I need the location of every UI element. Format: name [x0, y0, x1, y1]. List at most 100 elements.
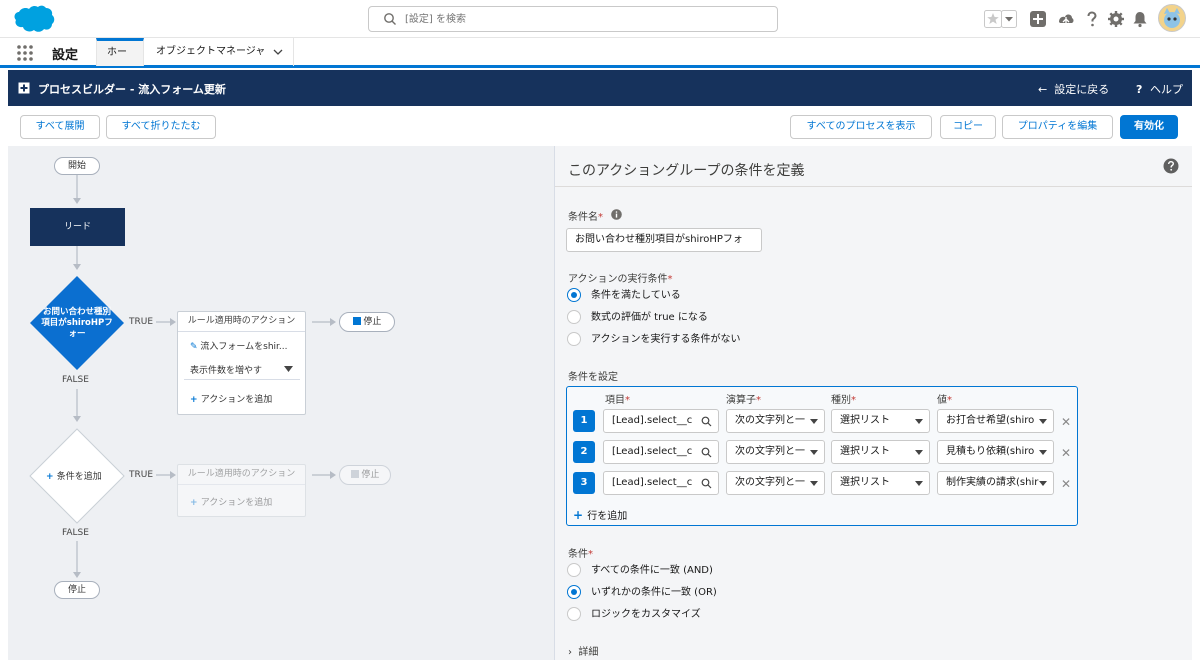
delete-row-3-icon[interactable]: ✕	[1061, 477, 1071, 491]
caret-down-icon	[284, 366, 293, 372]
search-icon	[701, 447, 712, 458]
field-select-3[interactable]: [Lead].select__c	[603, 471, 719, 495]
required-mark: *	[588, 549, 593, 560]
type-select-1[interactable]: 選択リスト	[831, 409, 930, 433]
radio-formula-true-label: 数式の評価が true になる	[591, 312, 708, 323]
trailhead-icon[interactable]	[1056, 9, 1076, 29]
add-action-label-1: アクションを追加	[200, 395, 273, 405]
criteria-node-label: お問い合わせ種別項目がshiroHPフォー	[41, 307, 113, 339]
show-more-label: 表示件数を増やす	[190, 366, 263, 376]
global-actions-plus-icon[interactable]	[1028, 9, 1048, 29]
tab-home[interactable]: ホーム	[96, 38, 144, 82]
add-row-link[interactable]: + 行を追加	[573, 507, 627, 522]
radio-conditions-met-label: 条件を満たしている	[591, 290, 681, 301]
search-icon	[701, 416, 712, 427]
app-navigation: 設定 ホーム オブジェクトマネージャ	[0, 38, 1200, 82]
collapse-all-button[interactable]: すべて折りたたむ	[106, 115, 216, 139]
false-label-1: FALSE	[62, 375, 89, 385]
global-header	[0, 0, 1200, 38]
details-toggle[interactable]: › 詳細	[568, 643, 598, 658]
chevron-down-icon[interactable]	[273, 48, 283, 56]
value-select-2[interactable]: 見積もり依頼(shiro	[937, 440, 1054, 464]
add-row-label: 行を追加	[587, 511, 628, 522]
tab-object-manager[interactable]: オブジェクトマネージャ	[146, 38, 294, 66]
gear-icon[interactable]	[1106, 9, 1126, 29]
exec-criteria-text: アクションの実行条件	[568, 274, 668, 285]
caret-down-icon	[810, 450, 818, 455]
add-criteria-label[interactable]: + 条件を追加	[46, 469, 102, 482]
caret-down-icon	[915, 481, 923, 486]
builder-title: プロセスビルダー - 流入フォーム更新	[38, 83, 226, 96]
true-label-1: TRUE	[129, 317, 154, 327]
salesforce-logo-icon[interactable]	[10, 4, 56, 34]
caret-down-icon	[1039, 481, 1047, 486]
help-label: ヘルプ	[1150, 83, 1184, 96]
notifications-bell-icon[interactable]	[1130, 9, 1150, 29]
start-node: 開始	[54, 157, 100, 175]
action-item-1[interactable]: ✎ 流入フォームをshir...	[190, 339, 302, 352]
required-mark: *	[598, 212, 603, 223]
add-icon: +	[573, 508, 588, 522]
radio-button[interactable]	[567, 310, 581, 324]
pencil-icon: ✎	[190, 342, 201, 352]
type-select-1-value: 選択リスト	[840, 415, 890, 426]
value-select-1[interactable]: お打合せ希望(shiro	[937, 409, 1054, 433]
user-avatar-icon[interactable]	[1158, 4, 1186, 32]
type-select-2-value: 選択リスト	[840, 446, 890, 457]
stop-node-end[interactable]: 停止	[54, 581, 100, 599]
info-icon[interactable]	[611, 209, 622, 220]
radio-button-selected[interactable]	[567, 585, 581, 599]
radio-button[interactable]	[567, 563, 581, 577]
copy-button[interactable]: コピー	[940, 115, 996, 139]
search-input[interactable]	[405, 10, 765, 28]
add-icon: +	[46, 472, 57, 482]
activate-button[interactable]: 有効化	[1120, 115, 1178, 139]
help-circle-icon[interactable]	[1163, 158, 1179, 174]
help-link[interactable]: ? ヘルプ	[1136, 81, 1183, 97]
favorites-star-icon[interactable]	[984, 9, 1018, 29]
type-select-3[interactable]: 選択リスト	[831, 471, 930, 495]
panel-title: このアクショングループの条件を定義	[568, 163, 805, 179]
radio-all-conditions-label: すべての条件に一致 (AND)	[591, 565, 713, 576]
immediate-actions-box-2: ルール適用時のアクション + アクションを追加	[177, 464, 306, 517]
action-item-1-label: 流入フォームをshir...	[200, 342, 288, 352]
operator-select-3[interactable]: 次の文字列と一	[726, 471, 825, 495]
edit-properties-button[interactable]: プロパティを編集	[1002, 115, 1113, 139]
criteria-name-input[interactable]: お問い合わせ種別項目がshiroHPフォ	[566, 228, 762, 252]
operator-select-1[interactable]: 次の文字列と一	[726, 409, 825, 433]
delete-row-1-icon[interactable]: ✕	[1061, 415, 1071, 429]
operator-select-2[interactable]: 次の文字列と一	[726, 440, 825, 464]
type-select-2[interactable]: 選択リスト	[831, 440, 930, 464]
object-node-lead[interactable]: リード	[30, 208, 125, 246]
back-to-setup-link[interactable]: ← 設定に戻る	[1038, 81, 1109, 97]
add-action-link-1[interactable]: + アクションを追加	[190, 392, 272, 405]
column-field: 項目*	[605, 395, 630, 406]
add-criteria-text: 条件を追加	[56, 472, 102, 482]
stop-label-1: 停止	[363, 317, 382, 327]
stop-node-2: 停止	[339, 465, 391, 485]
view-all-processes-button[interactable]: すべてのプロセスを表示	[790, 115, 932, 139]
help-question-icon[interactable]	[1082, 9, 1102, 29]
criteria-name-text: 条件名	[568, 212, 598, 223]
value-select-3-value: 制作実績の請求(shir	[946, 477, 1039, 488]
radio-any-condition-label: いずれかの条件に一致 (OR)	[591, 587, 717, 598]
conditions-logic-text: 条件	[568, 549, 588, 560]
required-mark: *	[667, 274, 673, 285]
column-type: 種別*	[831, 395, 856, 406]
field-select-1[interactable]: [Lead].select__c	[603, 409, 719, 433]
radio-button-selected[interactable]	[567, 288, 581, 302]
show-more-row[interactable]: 表示件数を増やす	[184, 360, 300, 380]
column-field-text: 項目	[605, 395, 625, 406]
delete-row-2-icon[interactable]: ✕	[1061, 446, 1071, 460]
global-search[interactable]	[368, 6, 778, 32]
value-select-3[interactable]: 制作実績の請求(shir	[937, 471, 1054, 495]
radio-button[interactable]	[567, 607, 581, 621]
field-select-3-value: [Lead].select__c	[612, 477, 693, 488]
radio-button[interactable]	[567, 332, 581, 346]
immediate-actions-header: ルール適用時のアクション	[178, 312, 305, 332]
field-select-2[interactable]: [Lead].select__c	[603, 440, 719, 464]
window-bottom-edge	[0, 660, 1200, 667]
stop-node-1[interactable]: 停止	[339, 312, 395, 332]
expand-all-button[interactable]: すべて展開	[20, 115, 100, 139]
app-launcher-waffle-icon[interactable]	[16, 44, 34, 62]
